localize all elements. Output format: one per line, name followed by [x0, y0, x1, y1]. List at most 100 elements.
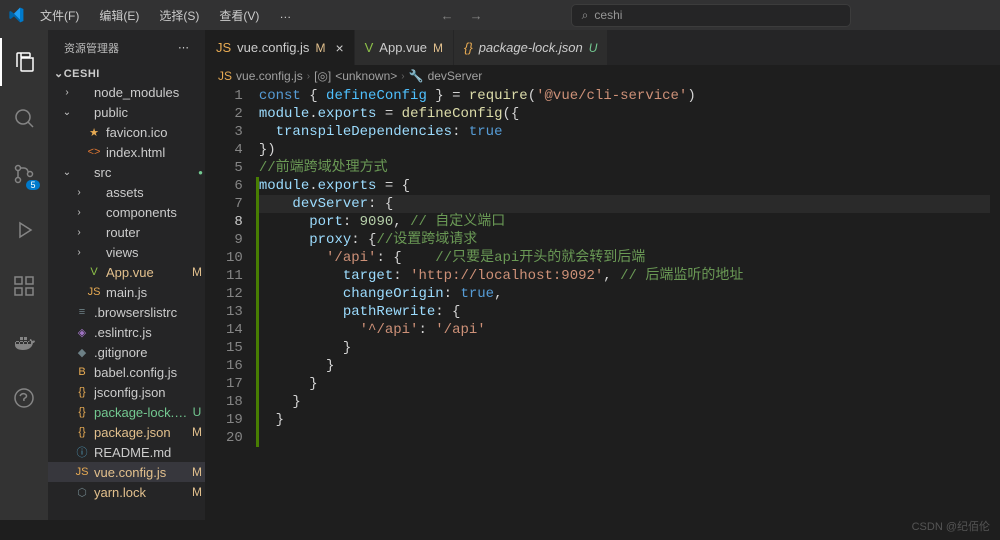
file-item[interactable]: ◆.gitignore [48, 342, 205, 362]
item-label: components [106, 205, 205, 220]
item-label: babel.config.js [94, 365, 205, 380]
code-line[interactable]: } [259, 375, 990, 393]
folder-item[interactable]: ›router [48, 222, 205, 242]
chat-icon[interactable] [0, 374, 48, 422]
nav-back-icon[interactable]: ← [441, 8, 454, 23]
file-item[interactable]: ◈.eslintrc.js [48, 322, 205, 342]
menu-item[interactable]: … [271, 3, 299, 28]
code-line[interactable]: '/api': { //只要是api开头的就会转到后端 [259, 249, 990, 267]
folder-item[interactable]: ⌄src● [48, 162, 205, 182]
code-editor[interactable]: 1234567891011121314151617181920 const { … [206, 87, 1000, 520]
nav-forward-icon[interactable]: → [470, 8, 483, 23]
docker-icon[interactable] [0, 318, 48, 366]
code-line[interactable]: }) [259, 141, 990, 159]
editor-tab[interactable]: {}package-lock.jsonU [454, 30, 608, 65]
code-line[interactable]: port: 9090, // 自定义端口 [259, 213, 990, 231]
code-line[interactable]: } [259, 357, 990, 375]
code-line[interactable]: const { defineConfig } = require('@vue/c… [259, 87, 990, 105]
command-center[interactable]: ⌕ ceshi [571, 4, 851, 27]
file-item[interactable]: JSvue.config.jsM [48, 462, 205, 482]
breadcrumb[interactable]: JSvue.config.js›[◎]<unknown>›🔧devServer [206, 65, 1000, 87]
sidebar-more-icon[interactable]: ⋯ [178, 41, 189, 54]
code-line[interactable]: } [259, 339, 990, 357]
code-line[interactable]: changeOrigin: true, [259, 285, 990, 303]
file-item[interactable]: ★favicon.ico [48, 122, 205, 142]
breadcrumb-item[interactable]: vue.config.js [236, 69, 303, 83]
code-line[interactable]: proxy: {//设置跨域请求 [259, 231, 990, 249]
line-gutter: 1234567891011121314151617181920 [206, 87, 259, 520]
source-control-icon[interactable]: 5 [0, 150, 48, 198]
file-type-icon: JS [86, 284, 102, 300]
menu-item[interactable]: 编辑(E) [91, 3, 147, 28]
breadcrumb-item[interactable]: <unknown> [335, 69, 397, 83]
untracked-indicator: U [589, 41, 598, 55]
code-line[interactable]: } [259, 411, 990, 429]
code-line[interactable]: //前端跨域处理方式 [259, 159, 990, 177]
file-item[interactable]: VApp.vueM [48, 262, 205, 282]
folder-item[interactable]: ›assets [48, 182, 205, 202]
line-number: 9 [226, 231, 243, 249]
item-label: jsconfig.json [94, 385, 205, 400]
folder-item[interactable]: › components [48, 202, 205, 222]
file-item[interactable]: ⬡yarn.lockM [48, 482, 205, 502]
file-type-icon: {} [464, 40, 473, 55]
file-type-icon: V [86, 264, 102, 280]
folder-item[interactable]: ›node_modules [48, 82, 205, 102]
file-item[interactable]: JSmain.js [48, 282, 205, 302]
menu-item[interactable]: 文件(F) [32, 3, 87, 28]
file-type-icon: B [74, 364, 90, 380]
file-item[interactable]: <>index.html [48, 142, 205, 162]
activity-bar: 5 [0, 30, 48, 520]
search-icon[interactable] [0, 94, 48, 142]
file-type-icon [74, 164, 90, 180]
code-content[interactable]: const { defineConfig } = require('@vue/c… [259, 87, 1000, 520]
code-line[interactable]: module.exports = defineConfig({ [259, 105, 990, 123]
line-number: 15 [226, 339, 243, 357]
file-item[interactable]: {}package.jsonM [48, 422, 205, 442]
explorer-icon[interactable] [0, 38, 48, 86]
vscode-logo-icon [8, 7, 24, 23]
code-line[interactable]: devServer: { [259, 195, 990, 213]
menu-item[interactable]: 选择(S) [151, 3, 207, 28]
file-item[interactable]: ≡.browserslistrc [48, 302, 205, 322]
code-line[interactable]: target: 'http://localhost:9092', // 后端监听… [259, 267, 990, 285]
chevron-icon: › [72, 207, 86, 218]
code-line[interactable]: '^/api': '/api' [259, 321, 990, 339]
close-icon[interactable]: × [335, 40, 343, 56]
code-line[interactable]: module.exports = { [259, 177, 990, 195]
project-root[interactable]: ⌄ CESHI [48, 65, 205, 82]
debug-icon[interactable] [0, 206, 48, 254]
git-status: M [189, 265, 205, 279]
breadcrumb-item[interactable]: devServer [428, 69, 483, 83]
git-status: U [189, 405, 205, 419]
folder-item[interactable]: ›views [48, 242, 205, 262]
extensions-icon[interactable] [0, 262, 48, 310]
code-line[interactable]: } [259, 393, 990, 411]
line-number: 10 [226, 249, 243, 267]
file-item[interactable]: Bbabel.config.js [48, 362, 205, 382]
file-type-icon [86, 184, 102, 200]
modified-indicator: M [433, 41, 443, 55]
folder-item[interactable]: ⌄public [48, 102, 205, 122]
menu-item[interactable]: 查看(V) [211, 3, 267, 28]
code-line[interactable]: transpileDependencies: true [259, 123, 990, 141]
watermark: CSDN @纪佰伦 [912, 518, 990, 534]
item-label: vue.config.js [94, 465, 189, 480]
file-item[interactable]: {}jsconfig.json [48, 382, 205, 402]
line-number: 13 [226, 303, 243, 321]
file-type-icon: ◈ [74, 324, 90, 340]
line-number: 8 [226, 213, 243, 231]
item-label: favicon.ico [106, 125, 205, 140]
file-item[interactable]: {}package-lock.jsonU [48, 402, 205, 422]
code-line[interactable]: pathRewrite: { [259, 303, 990, 321]
file-item[interactable]: ⓘREADME.md [48, 442, 205, 462]
chevron-icon: › [60, 87, 74, 98]
chevron-right-icon: › [401, 71, 404, 82]
item-label: views [106, 245, 205, 260]
search-text: ceshi [594, 8, 622, 22]
sidebar-title: 资源管理器 [64, 40, 119, 56]
editor-tab[interactable]: JSvue.config.jsM× [206, 30, 355, 65]
chevron-icon: ⌄ [60, 107, 74, 118]
breadcrumb-icon: JS [218, 69, 232, 83]
editor-tab[interactable]: VApp.vueM [355, 30, 454, 65]
